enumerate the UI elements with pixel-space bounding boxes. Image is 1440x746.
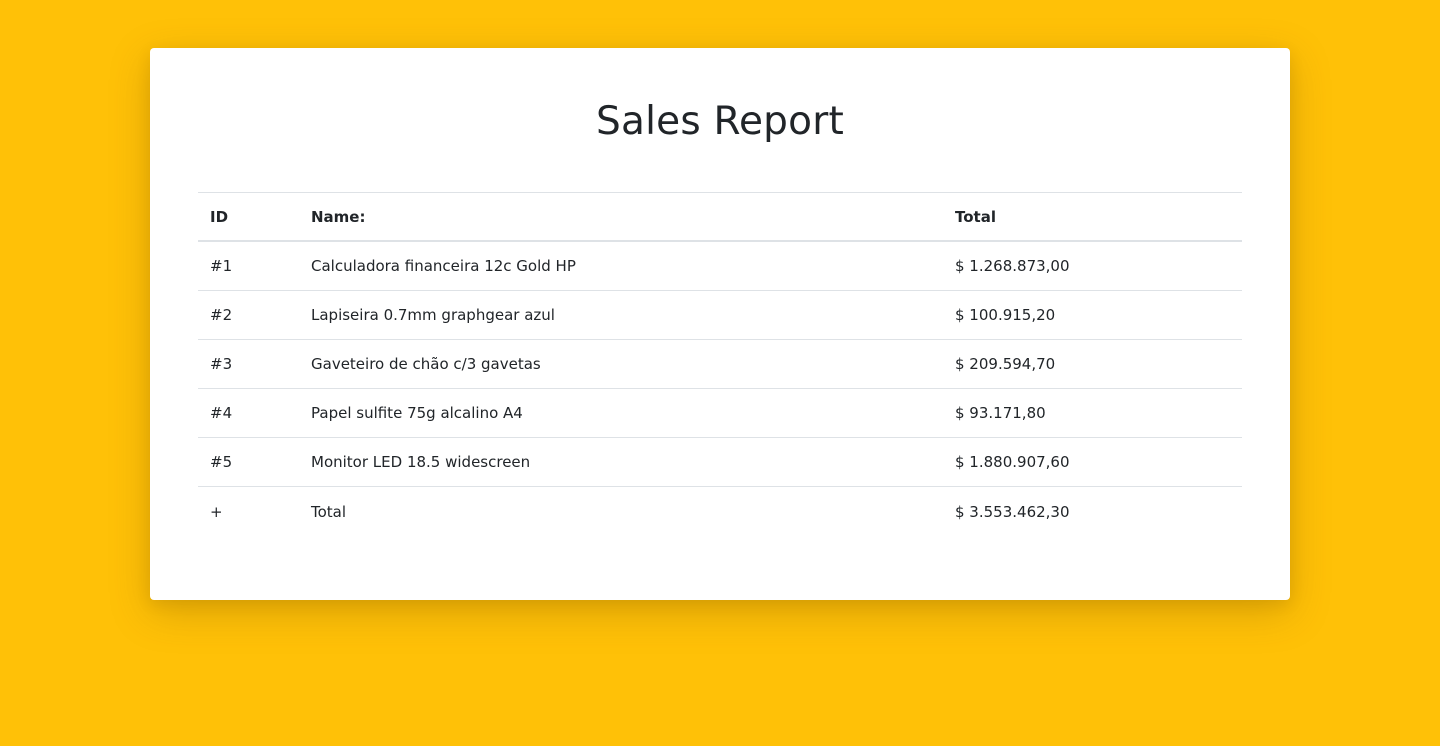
cell-id: #3 xyxy=(198,339,299,389)
cell-total: $ 209.594,70 xyxy=(943,339,1242,389)
table-body: #1 Calculadora financeira 12c Gold HP $ … xyxy=(198,241,1242,536)
cell-total: $ 1.268.873,00 xyxy=(955,257,1070,275)
cell-name: Papel sulfite 75g alcalino A4 xyxy=(299,388,943,438)
cell-total: $ 93.171,80 xyxy=(943,388,1242,438)
sales-table: ID Name: Total #1 Calculadora financeira… xyxy=(198,192,1242,536)
cell-id: #1 xyxy=(210,257,233,275)
table-header: ID Name: Total xyxy=(198,192,1242,242)
cell-id: #5 xyxy=(198,437,299,487)
cell-name: Monitor LED 18.5 widescreen xyxy=(299,437,943,487)
header-row: ID Name: Total xyxy=(198,192,1242,242)
cell-name: Lapiseira 0.7mm graphgear azul xyxy=(299,290,943,340)
table-row: #2 Lapiseira 0.7mm graphgear azul $ 100.… xyxy=(198,290,1242,340)
column-header-id: ID xyxy=(198,192,299,242)
page-title: Sales Report xyxy=(596,99,844,144)
cell-total: $ 100.915,20 xyxy=(943,290,1242,340)
report-card: Sales Report ID Name: Total #1 Calculado… xyxy=(150,48,1290,600)
cell-name: Calculadora financeira 12c Gold HP xyxy=(311,257,576,275)
column-header-total: Total xyxy=(943,192,1242,242)
table-row: #4 Papel sulfite 75g alcalino A4 $ 93.17… xyxy=(198,388,1242,438)
column-header-name: Name: xyxy=(299,192,943,242)
table-row: #5 Monitor LED 18.5 widescreen $ 1.880.9… xyxy=(198,437,1242,487)
summary-row: + Total $ 3.553.462,30 xyxy=(198,486,1242,536)
summary-label: Total xyxy=(299,486,943,536)
table-row: #1 Calculadora financeira 12c Gold HP $ … xyxy=(198,241,1242,291)
cell-total: $ 1.880.907,60 xyxy=(943,437,1242,487)
cell-name: Gaveteiro de chão c/3 gavetas xyxy=(299,339,943,389)
table-row: #3 Gaveteiro de chão c/3 gavetas $ 209.5… xyxy=(198,339,1242,389)
summary-total: $ 3.553.462,30 xyxy=(943,486,1242,536)
summary-symbol: + xyxy=(198,486,299,536)
cell-id: #2 xyxy=(198,290,299,340)
cell-id: #4 xyxy=(198,388,299,438)
